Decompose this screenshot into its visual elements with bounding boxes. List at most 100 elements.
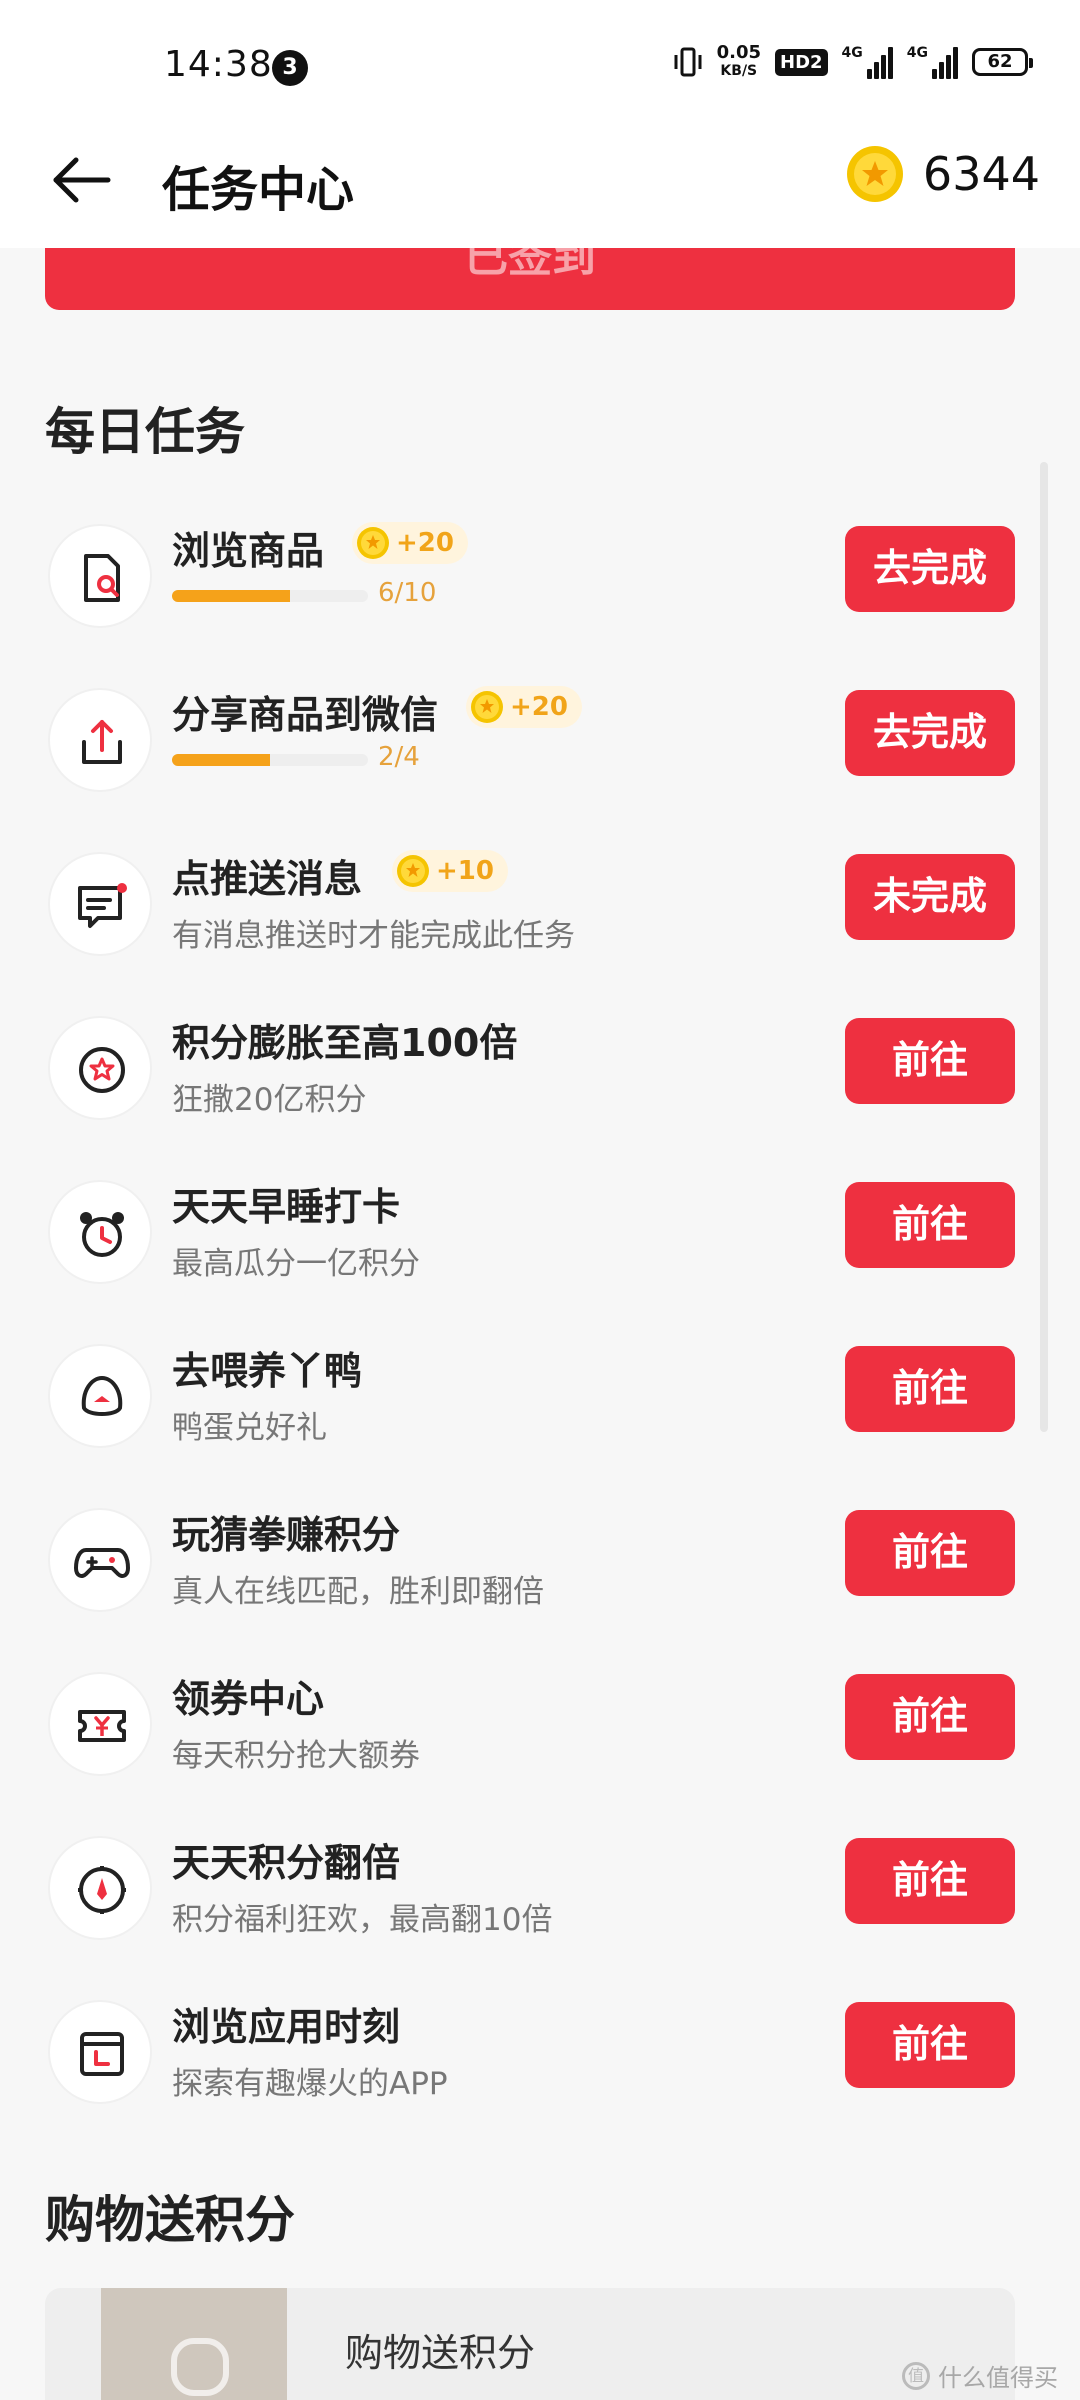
status-icons: 0.05 KB/S HD2 4G 4G 62 — [673, 42, 1033, 80]
task-title: 玩猜拳赚积分 — [172, 1513, 401, 1557]
task-row: 分享商品到微信 +20 2/4 去完成 — [0, 664, 1080, 828]
task-title: 积分膨胀至高100倍 — [172, 1021, 518, 1065]
task-icon-container — [48, 852, 152, 956]
coin-balance[interactable]: 6344 — [845, 144, 1040, 204]
shopping-card-image — [101, 2288, 287, 2400]
task-icon-container — [48, 1180, 152, 1284]
coin-icon — [357, 527, 389, 559]
task-action-button[interactable]: 前往 — [845, 1018, 1015, 1104]
task-title: 浏览商品 — [172, 529, 325, 573]
task-row: 点推送消息 +10 有消息推送时才能完成此任务 未完成 — [0, 828, 1080, 992]
signin-label: 已签到 — [464, 248, 596, 282]
task-action-button[interactable]: 去完成 — [845, 526, 1015, 612]
net-speed: 0.05 KB/S — [716, 42, 761, 80]
task-subtitle: 狂撒20亿积分 — [172, 1082, 367, 1118]
task-icon-container — [48, 524, 152, 628]
task-row: 天天早睡打卡 最高瓜分一亿积分 前往 — [0, 1156, 1080, 1320]
task-icon-container — [48, 1672, 152, 1776]
task-title: 分享商品到微信 — [172, 693, 439, 737]
task-subtitle: 积分福利狂欢，最高翻10倍 — [172, 1902, 553, 1938]
task-icon-container — [48, 1836, 152, 1940]
coin-count: 6344 — [922, 147, 1040, 201]
progress-text: 6/10 — [378, 578, 437, 608]
shopping-card[interactable]: 购物送积分 — [45, 2288, 1015, 2400]
watermark-logo: 值 — [902, 2361, 930, 2390]
watermark: 值 什么值得买 — [902, 2358, 1058, 2393]
shopping-section-title: 购物送积分 — [45, 2191, 295, 2249]
task-action-button[interactable]: 前往 — [845, 1182, 1015, 1268]
task-subtitle: 有消息推送时才能完成此任务 — [172, 918, 575, 954]
gamepad-icon — [74, 1548, 130, 1578]
task-icon-container — [48, 1016, 152, 1120]
task-title: 浏览应用时刻 — [172, 2005, 401, 2049]
task-row: 去喂养丫鸭 鸭蛋兑好礼 前往 — [0, 1320, 1080, 1484]
task-row: 玩猜拳赚积分 真人在线匹配，胜利即翻倍 前往 — [0, 1484, 1080, 1648]
task-action-button[interactable]: 前往 — [845, 1510, 1015, 1596]
reward-badge: +20 — [466, 686, 582, 728]
calendar-icon — [80, 2032, 124, 2076]
progress-text: 2/4 — [378, 742, 420, 772]
task-icon-container — [48, 1508, 152, 1612]
progress-bar — [172, 754, 368, 766]
task-row: 浏览应用时刻 探索有趣爆火的APP 前往 — [0, 1976, 1080, 2140]
progress-bar — [172, 590, 368, 602]
reward-amount: +20 — [510, 692, 568, 722]
signal-icon-2: 4G — [907, 45, 958, 79]
progress-fill — [172, 590, 290, 602]
task-icon-container — [48, 1344, 152, 1448]
coin-icon — [471, 691, 503, 723]
task-row: 领券中心 每天积分抢大额券 前往 — [0, 1648, 1080, 1812]
task-subtitle: 探索有趣爆火的APP — [172, 2066, 448, 2102]
signal-icon: 4G — [842, 45, 893, 79]
task-icon-container — [48, 2000, 152, 2104]
task-row: 积分膨胀至高100倍 狂撒20亿积分 前往 — [0, 992, 1080, 1156]
status-time: 14:38 — [164, 44, 273, 85]
status-bar: 14:38 3 0.05 KB/S HD2 4G 4G 62 — [0, 0, 1080, 120]
task-action-button[interactable]: 前往 — [845, 2002, 1015, 2088]
duck-icon — [81, 1376, 123, 1416]
task-row: 天天积分翻倍 积分福利狂欢，最高翻10倍 前往 — [0, 1812, 1080, 1976]
task-icon-container — [48, 688, 152, 792]
share-icon — [82, 720, 122, 764]
notification-badge: 3 — [272, 50, 308, 86]
battery-icon: 62 — [972, 48, 1033, 76]
signin-button[interactable]: 已签到 — [45, 248, 1015, 310]
task-title: 领券中心 — [172, 1677, 325, 1721]
progress-fill — [172, 754, 270, 766]
task-title: 天天积分翻倍 — [172, 1841, 401, 1885]
task-subtitle: 鸭蛋兑好礼 — [172, 1410, 327, 1446]
hd-badge: HD2 — [775, 48, 828, 76]
task-title: 去喂养丫鸭 — [172, 1349, 363, 1393]
reward-amount: +10 — [436, 856, 494, 886]
app-header: 任务中心 6344 — [0, 120, 1080, 248]
search-product-icon — [84, 554, 120, 602]
watermark-text: 什么值得买 — [938, 2364, 1058, 2392]
back-arrow-icon[interactable] — [46, 150, 116, 210]
shopping-card-title: 购物送积分 — [345, 2331, 536, 2375]
task-action-button[interactable]: 去完成 — [845, 690, 1015, 776]
alarm-clock-icon — [80, 1212, 124, 1257]
task-action-button[interactable]: 前往 — [845, 1346, 1015, 1432]
message-icon — [78, 883, 127, 928]
task-row: 浏览商品 +20 6/10 去完成 — [0, 500, 1080, 664]
vibrate-icon — [674, 47, 702, 77]
task-action-button[interactable]: 未完成 — [845, 854, 1015, 940]
task-title: 点推送消息 — [172, 857, 363, 901]
daily-tasks-title: 每日任务 — [45, 403, 245, 461]
coin-icon — [846, 146, 903, 202]
reward-amount: +20 — [396, 528, 454, 558]
task-action-button[interactable]: 前往 — [845, 1838, 1015, 1924]
task-subtitle: 每天积分抢大额券 — [172, 1738, 420, 1774]
task-center-page: { "status_bar": { "time": "14:38", "noti… — [0, 0, 1080, 2400]
task-action-button[interactable]: 前往 — [845, 1674, 1015, 1760]
task-subtitle: 最高瓜分一亿积分 — [172, 1246, 420, 1282]
coin-icon — [397, 855, 429, 887]
reward-badge: +20 — [352, 522, 468, 564]
reward-badge: +10 — [392, 850, 508, 892]
task-title: 天天早睡打卡 — [172, 1185, 401, 1229]
page-title: 任务中心 — [162, 162, 355, 218]
coupon-icon — [78, 1710, 126, 1742]
compass-icon — [78, 1866, 126, 1914]
star-badge-icon — [79, 1047, 125, 1093]
task-subtitle: 真人在线匹配，胜利即翻倍 — [172, 1574, 544, 1610]
